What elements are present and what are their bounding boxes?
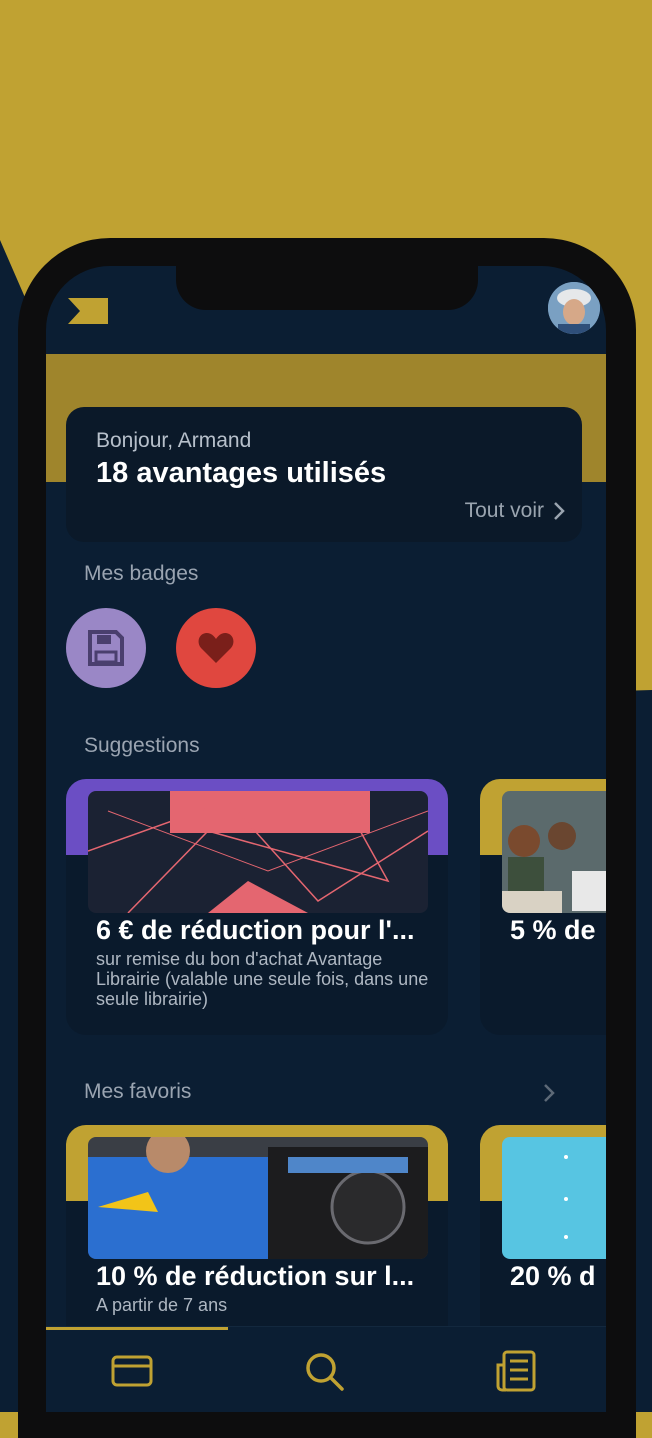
card-title: 5 % de [510, 915, 596, 945]
favorites-title: Mes favoris [84, 1080, 192, 1103]
card-image [502, 1137, 606, 1259]
floppy-disk-icon [88, 630, 124, 666]
badge-floppy[interactable] [66, 608, 146, 688]
benefits-count: 18 avantages utilisés [96, 457, 387, 489]
avatar-photo [548, 282, 600, 334]
chevron-right-icon[interactable] [542, 1082, 556, 1104]
greeting-card: Bonjour, Armand 18 avantages utilisés To… [66, 407, 582, 542]
newspaper-icon[interactable] [494, 1349, 538, 1393]
card-image [88, 1137, 428, 1259]
card-image [502, 791, 606, 913]
favorite-card[interactable]: 10 % de réduction sur l... A partir de 7… [66, 1125, 448, 1355]
card-icon[interactable] [110, 1349, 154, 1393]
favorite-card[interactable]: 20 % d [480, 1125, 606, 1355]
karting-photo [88, 1137, 428, 1259]
card-subtitle: A partir de 7 ans [96, 1295, 228, 1315]
bookstore-image [88, 791, 428, 913]
card-title: 10 % de réduction sur l... [96, 1261, 415, 1291]
card-title: 20 % d [510, 1261, 596, 1291]
app-screen: Bonjour, Armand 18 avantages utilisés To… [46, 266, 606, 1412]
active-tab-indicator [46, 1327, 228, 1330]
tab-bar [46, 1326, 606, 1412]
suggestion-card[interactable]: 5 % de [480, 779, 606, 1035]
chevron-right-icon [554, 502, 565, 520]
suggestions-title: Suggestions [84, 734, 200, 757]
see-all-label: Tout voir [464, 499, 544, 522]
cyan-image [502, 1137, 606, 1259]
brand-logo-icon[interactable] [66, 296, 110, 326]
badges-title: Mes badges [84, 562, 199, 585]
phone-notch [176, 266, 478, 310]
group-photo [502, 791, 606, 913]
card-subtitle: sur remise du bon d'achat Avantage Libra… [96, 949, 429, 1009]
badge-heart[interactable] [176, 608, 256, 688]
search-icon[interactable] [302, 1349, 346, 1393]
card-title: 6 € de réduction pour l'... [96, 915, 415, 945]
greeting-text: Bonjour, Armand [96, 429, 252, 452]
avatar[interactable] [548, 282, 600, 334]
card-image [88, 791, 428, 913]
suggestion-card[interactable]: 6 € de réduction pour l'... sur remise d… [66, 779, 448, 1035]
see-all-link[interactable]: Tout voir [465, 499, 566, 523]
heart-icon [198, 633, 234, 663]
